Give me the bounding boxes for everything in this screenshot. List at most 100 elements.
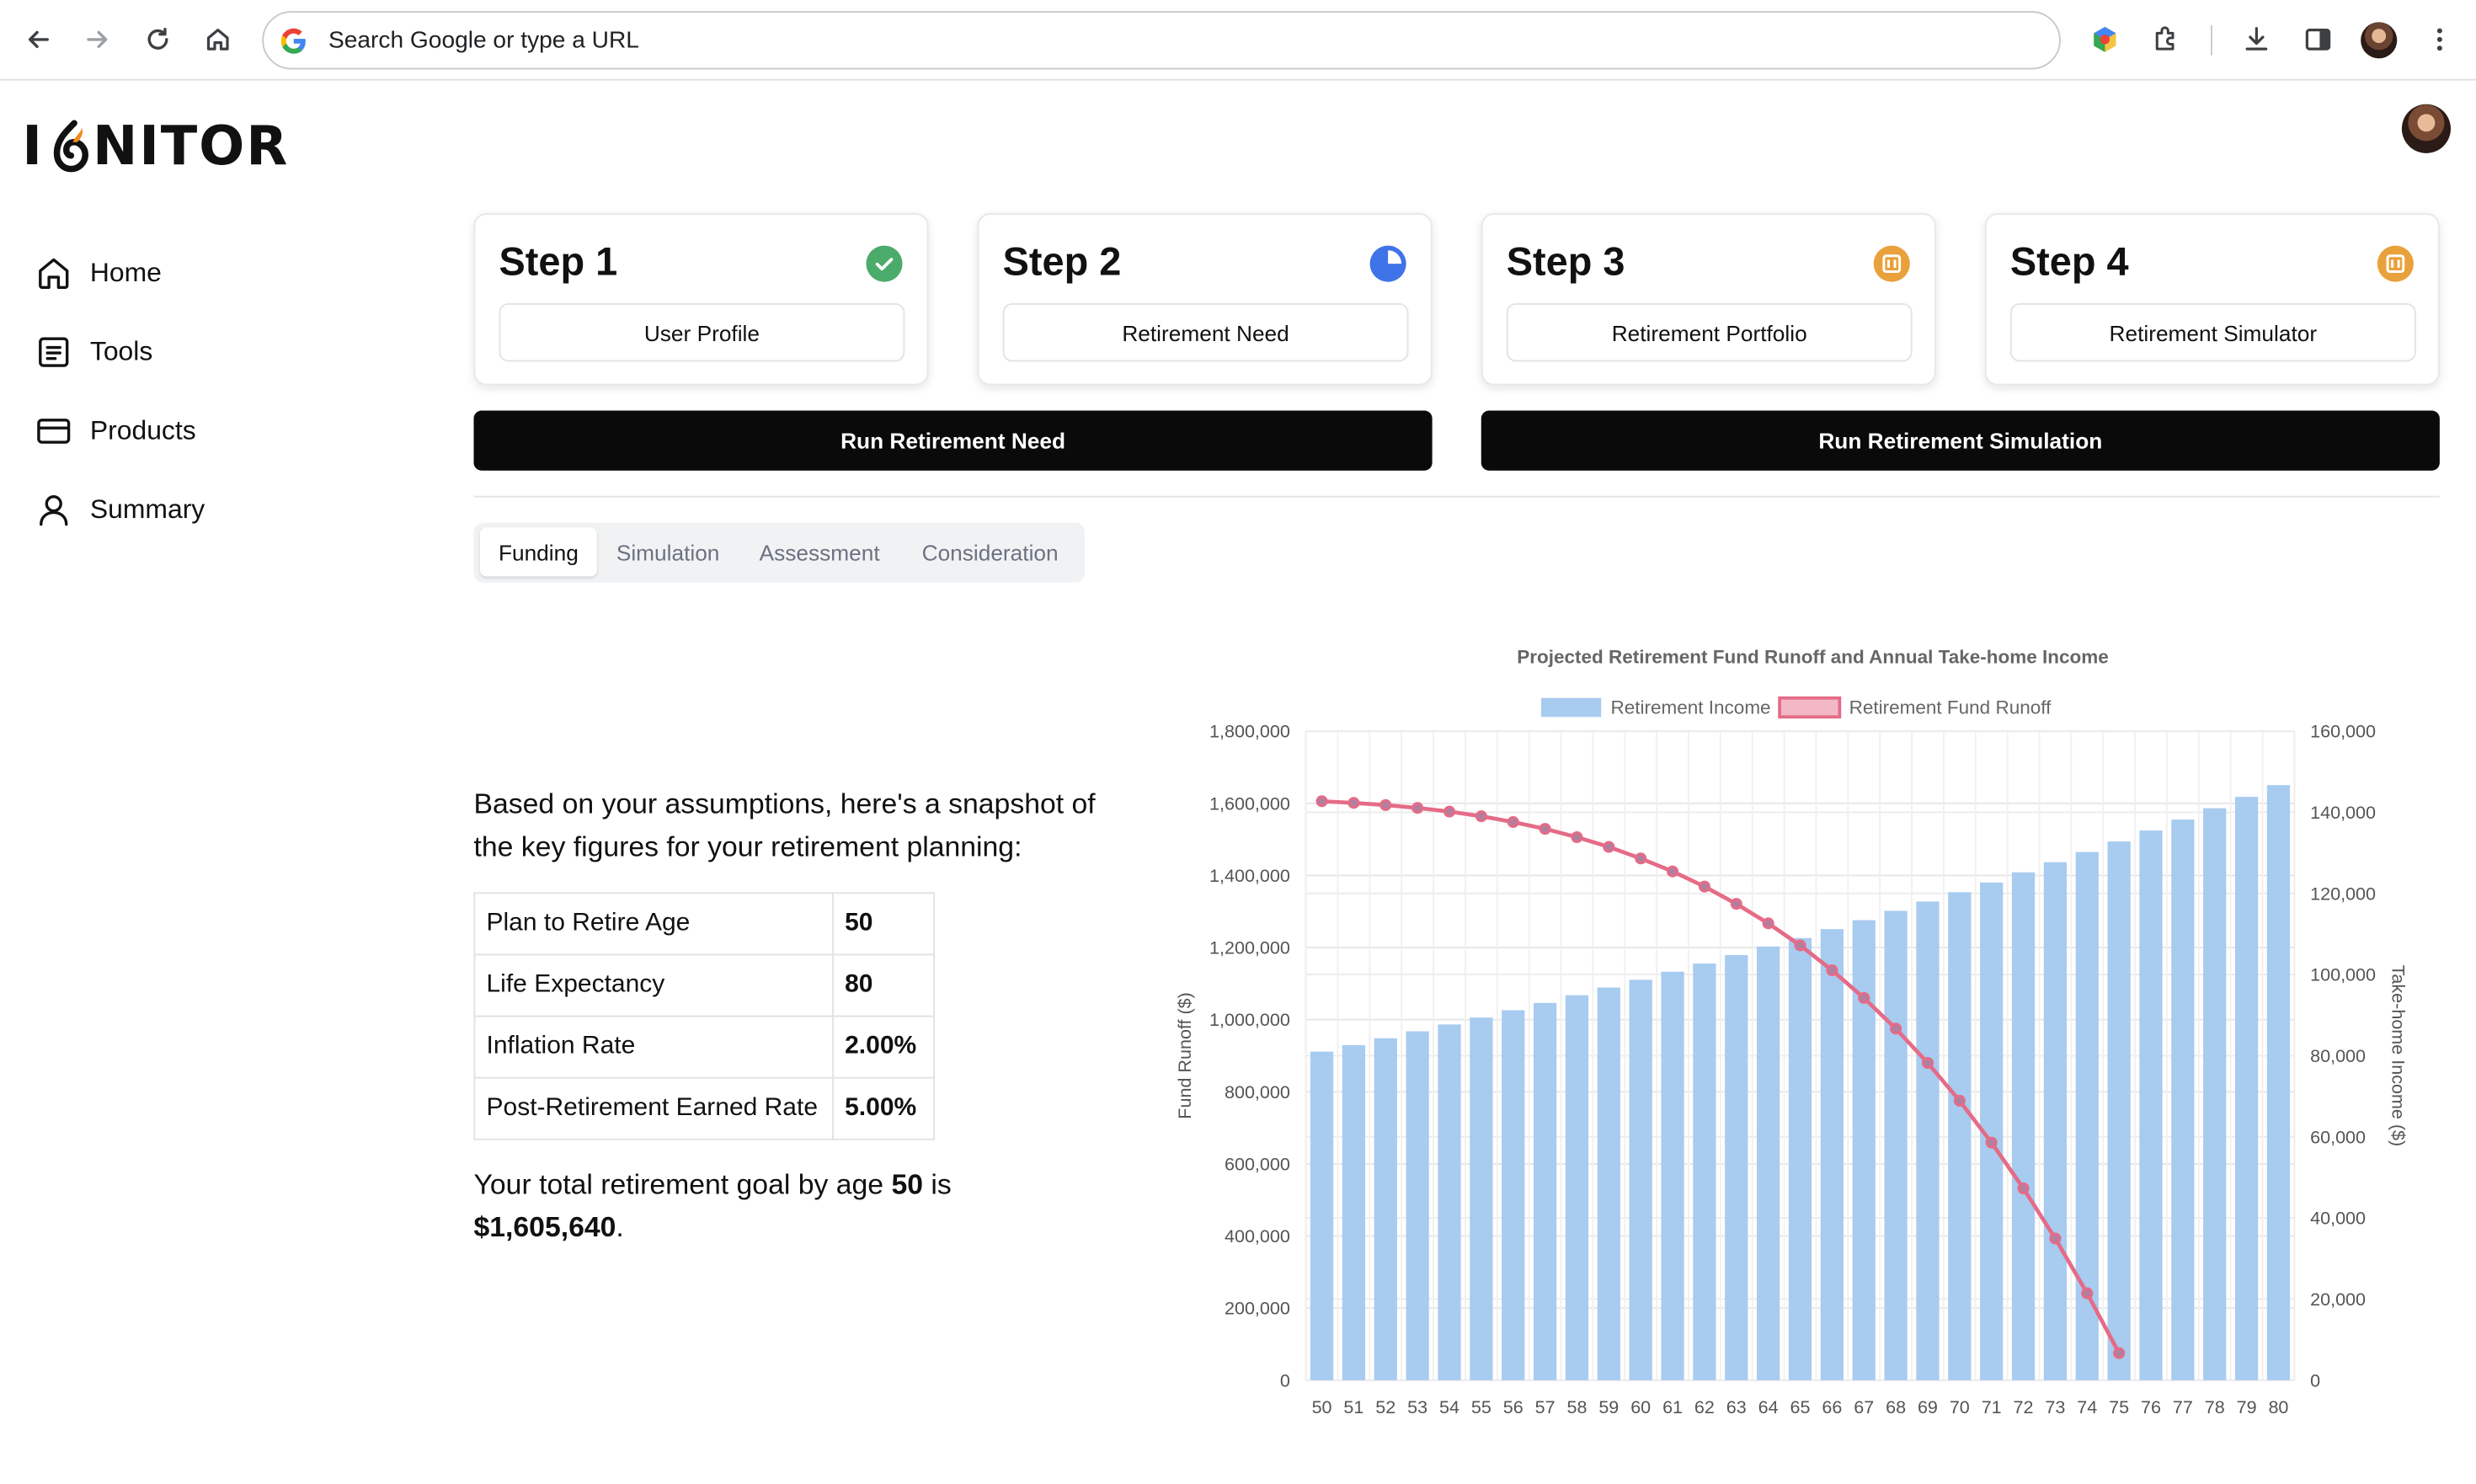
x-tick-label: 63 <box>1726 1396 1747 1417</box>
x-tick-label: 68 <box>1886 1396 1906 1417</box>
user-avatar[interactable] <box>2401 104 2451 153</box>
run-retirement-simulation-button[interactable]: Run Retirement Simulation <box>1481 410 2440 471</box>
browser-toolbar: Search Google or type a URL <box>0 0 2476 81</box>
x-tick-label: 67 <box>1854 1396 1874 1417</box>
step-title: Step 4 <box>2009 240 2129 285</box>
omnibox-placeholder: Search Google or type a URL <box>328 26 639 54</box>
x-tick-label: 60 <box>1630 1396 1651 1417</box>
color-extension-icon[interactable] <box>2084 19 2126 61</box>
income-bar <box>2171 819 2195 1380</box>
x-tick-label: 61 <box>1662 1396 1683 1417</box>
run-retirement-need-button[interactable]: Run Retirement Need <box>473 410 1433 471</box>
x-tick-label: 78 <box>2205 1396 2225 1417</box>
figure-label: Plan to Retire Age <box>473 892 834 956</box>
side-panel-icon[interactable] <box>2297 19 2339 61</box>
goal-prefix: Your total retirement goal by age <box>473 1168 892 1201</box>
step-title: Step 1 <box>499 240 618 285</box>
income-bar <box>2011 872 2036 1380</box>
tab-assessment[interactable]: Assessment <box>739 527 900 576</box>
goal-suffix: . <box>616 1211 624 1243</box>
fund-runoff-point <box>2081 1287 2094 1300</box>
x-tick-label: 70 <box>1950 1396 1970 1417</box>
y-right-axis-title: Take-home Income ($) <box>2388 965 2409 1147</box>
sidebar-item-home[interactable]: Home <box>35 234 398 313</box>
goal-age: 50 <box>891 1168 923 1201</box>
sidebar-item-summary[interactable]: Summary <box>35 471 398 550</box>
y-right-tick-label: 100,000 <box>2310 964 2376 985</box>
income-bar <box>1661 971 1684 1380</box>
fund-runoff-point <box>1667 865 1679 878</box>
x-tick-label: 77 <box>2173 1396 2193 1417</box>
income-bar <box>1948 892 1972 1380</box>
fund-runoff-point <box>1730 898 1742 910</box>
pending-grid-icon <box>1873 245 1910 282</box>
income-bar <box>1533 1002 1557 1380</box>
income-bar <box>1788 937 1812 1380</box>
card-icon <box>37 419 71 444</box>
y-left-tick-label: 1,600,000 <box>1209 793 1290 814</box>
fund-runoff-point <box>1794 939 1806 952</box>
kebab-menu-icon[interactable] <box>2420 19 2461 61</box>
tab-consideration[interactable]: Consideration <box>904 527 1077 576</box>
fund-runoff-point <box>1603 841 1615 853</box>
fund-runoff-point <box>2017 1182 2030 1195</box>
result-tabs: Funding Simulation Assessment Considerat… <box>473 522 1086 583</box>
x-tick-label: 50 <box>1312 1396 1332 1417</box>
download-icon[interactable] <box>2236 19 2277 61</box>
income-bar <box>1916 901 1940 1380</box>
income-bar <box>1374 1038 1397 1380</box>
x-tick-label: 59 <box>1598 1396 1619 1417</box>
figure-value: 2.00% <box>832 1015 935 1079</box>
y-left-tick-label: 1,000,000 <box>1209 1009 1290 1030</box>
x-tick-label: 74 <box>2077 1396 2097 1417</box>
section-divider <box>473 495 2440 498</box>
fund-runoff-point <box>1411 802 1424 814</box>
x-tick-label: 80 <box>2268 1396 2288 1417</box>
forward-icon[interactable] <box>77 19 119 61</box>
income-bar <box>1310 1051 1334 1380</box>
sidebar-item-products[interactable]: Products <box>35 392 398 471</box>
browser-profile-avatar[interactable] <box>2361 22 2398 59</box>
sidebar-item-tools[interactable]: Tools <box>35 312 398 392</box>
x-tick-label: 72 <box>2014 1396 2034 1417</box>
income-bar <box>1406 1031 1429 1380</box>
figure-value: 50 <box>832 892 935 956</box>
retirement-simulator-button[interactable]: Retirement Simulator <box>2009 303 2416 362</box>
home-browser-icon[interactable] <box>197 19 238 61</box>
logo-text: NITOR <box>92 115 290 179</box>
extensions-icon[interactable] <box>2146 19 2187 61</box>
tab-simulation[interactable]: Simulation <box>600 527 736 576</box>
x-tick-label: 58 <box>1566 1396 1587 1417</box>
user-profile-button[interactable]: User Profile <box>499 303 905 362</box>
fund-runoff-point <box>1985 1136 1998 1149</box>
retirement-portfolio-button[interactable]: Retirement Portfolio <box>1506 303 1913 362</box>
income-bar <box>2107 841 2131 1380</box>
back-icon[interactable] <box>18 19 59 61</box>
income-bar <box>2266 785 2291 1380</box>
y-right-tick-label: 120,000 <box>2310 883 2376 904</box>
income-bar <box>2075 851 2099 1380</box>
x-tick-label: 51 <box>1343 1396 1363 1417</box>
figure-value: 5.00% <box>832 1076 935 1140</box>
app-logo[interactable]: I NITOR <box>22 115 289 179</box>
x-tick-label: 55 <box>1471 1396 1491 1417</box>
income-bar <box>1597 987 1620 1380</box>
retirement-chart: 0 200,000 400,000 600,000 800,000 1,000,000 1,… <box>1153 632 2448 1437</box>
step-card-4: Step 4 Retirement Simulator <box>1984 213 2440 386</box>
y-left-axis-title: Fund Runoff ($) <box>1174 992 1195 1119</box>
logo-first-letter: I <box>22 115 44 179</box>
y-right-tick-label: 140,000 <box>2310 802 2376 823</box>
check-circle-icon <box>866 245 903 282</box>
address-bar[interactable]: Search Google or type a URL <box>262 11 2061 70</box>
y-left-tick-label: 1,200,000 <box>1209 937 1290 958</box>
retirement-need-button[interactable]: Retirement Need <box>1002 303 1409 362</box>
fund-runoff-point <box>1539 823 1551 835</box>
fund-runoff-point <box>2113 1347 2126 1359</box>
reload-icon[interactable] <box>137 19 179 61</box>
tab-funding[interactable]: Funding <box>480 527 597 577</box>
user-icon <box>40 495 68 526</box>
fund-runoff-point <box>1347 797 1360 809</box>
income-bar <box>2043 862 2068 1380</box>
y-left-tick-label: 1,800,000 <box>1209 721 1290 742</box>
y-left-tick-label: 600,000 <box>1225 1153 1290 1174</box>
